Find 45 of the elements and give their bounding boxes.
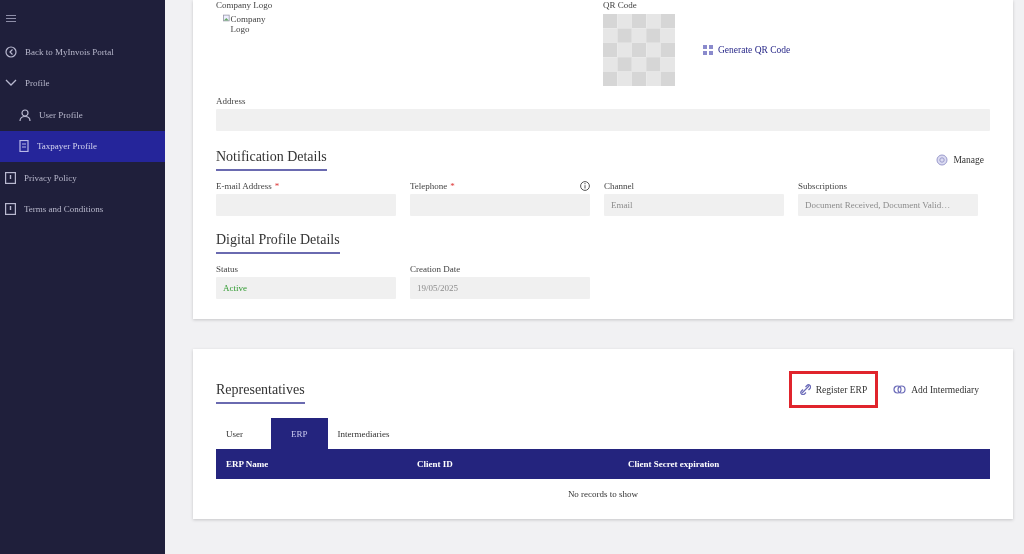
menu-icon xyxy=(6,15,16,22)
sidebar-item[interactable]: Terms and Conditions xyxy=(0,193,165,225)
column-header: ERP Name xyxy=(216,449,407,479)
field-label: Company Logo xyxy=(216,0,274,10)
link-icon xyxy=(799,384,811,395)
field-label: Channel xyxy=(604,181,634,191)
manage-link[interactable]: Manage xyxy=(930,153,990,167)
action-link[interactable]: Add Intermediary xyxy=(882,371,990,408)
person-icon xyxy=(19,108,31,121)
sidebar-item[interactable]: Back to MyInvois Portal xyxy=(0,36,165,68)
generate-qr-link[interactable]: Generate QR Code xyxy=(697,44,797,56)
section-title: Representatives xyxy=(216,382,305,404)
gear-icon xyxy=(936,154,949,166)
required-mark: * xyxy=(450,181,455,191)
sidebar-item[interactable]: Privacy Policy xyxy=(0,162,165,194)
field-label: QR Code xyxy=(603,0,638,10)
tab[interactable]: ERP xyxy=(271,418,328,449)
column-header: Client ID xyxy=(407,449,618,479)
book-icon xyxy=(5,171,16,184)
field-label: Subscriptions xyxy=(798,181,847,191)
column-header: Client Secret expiration xyxy=(618,449,990,479)
broken-image-icon xyxy=(223,14,230,22)
sidebar-item[interactable]: Profile xyxy=(0,67,165,99)
back-icon xyxy=(5,45,17,58)
action-link[interactable]: Register ERP xyxy=(788,371,879,408)
book-icon xyxy=(5,203,16,216)
section-title: Digital Profile Details xyxy=(216,232,340,254)
tab[interactable]: Intermediaries xyxy=(327,418,400,449)
chain-icon xyxy=(893,385,907,394)
chevron-down-icon xyxy=(5,79,17,88)
tab[interactable]: User xyxy=(216,418,271,449)
document-icon xyxy=(19,140,29,153)
required-mark: * xyxy=(274,181,280,191)
field-label: Creation Date xyxy=(410,264,462,274)
broken-image: Company Logo xyxy=(223,14,277,35)
qr-placeholder xyxy=(603,14,675,86)
empty-message: No records to show xyxy=(567,489,639,499)
field-label: Status xyxy=(216,264,239,274)
grid-icon xyxy=(703,45,713,55)
section-title: Notification Details xyxy=(216,149,327,171)
sidebar-item[interactable]: User Profile xyxy=(0,99,165,131)
field-label: Address xyxy=(216,96,247,106)
field-label: E-mail Address xyxy=(216,181,272,191)
sidebar-item[interactable]: Taxpayer Profile xyxy=(0,130,165,162)
field-label: Telephone xyxy=(410,181,448,191)
